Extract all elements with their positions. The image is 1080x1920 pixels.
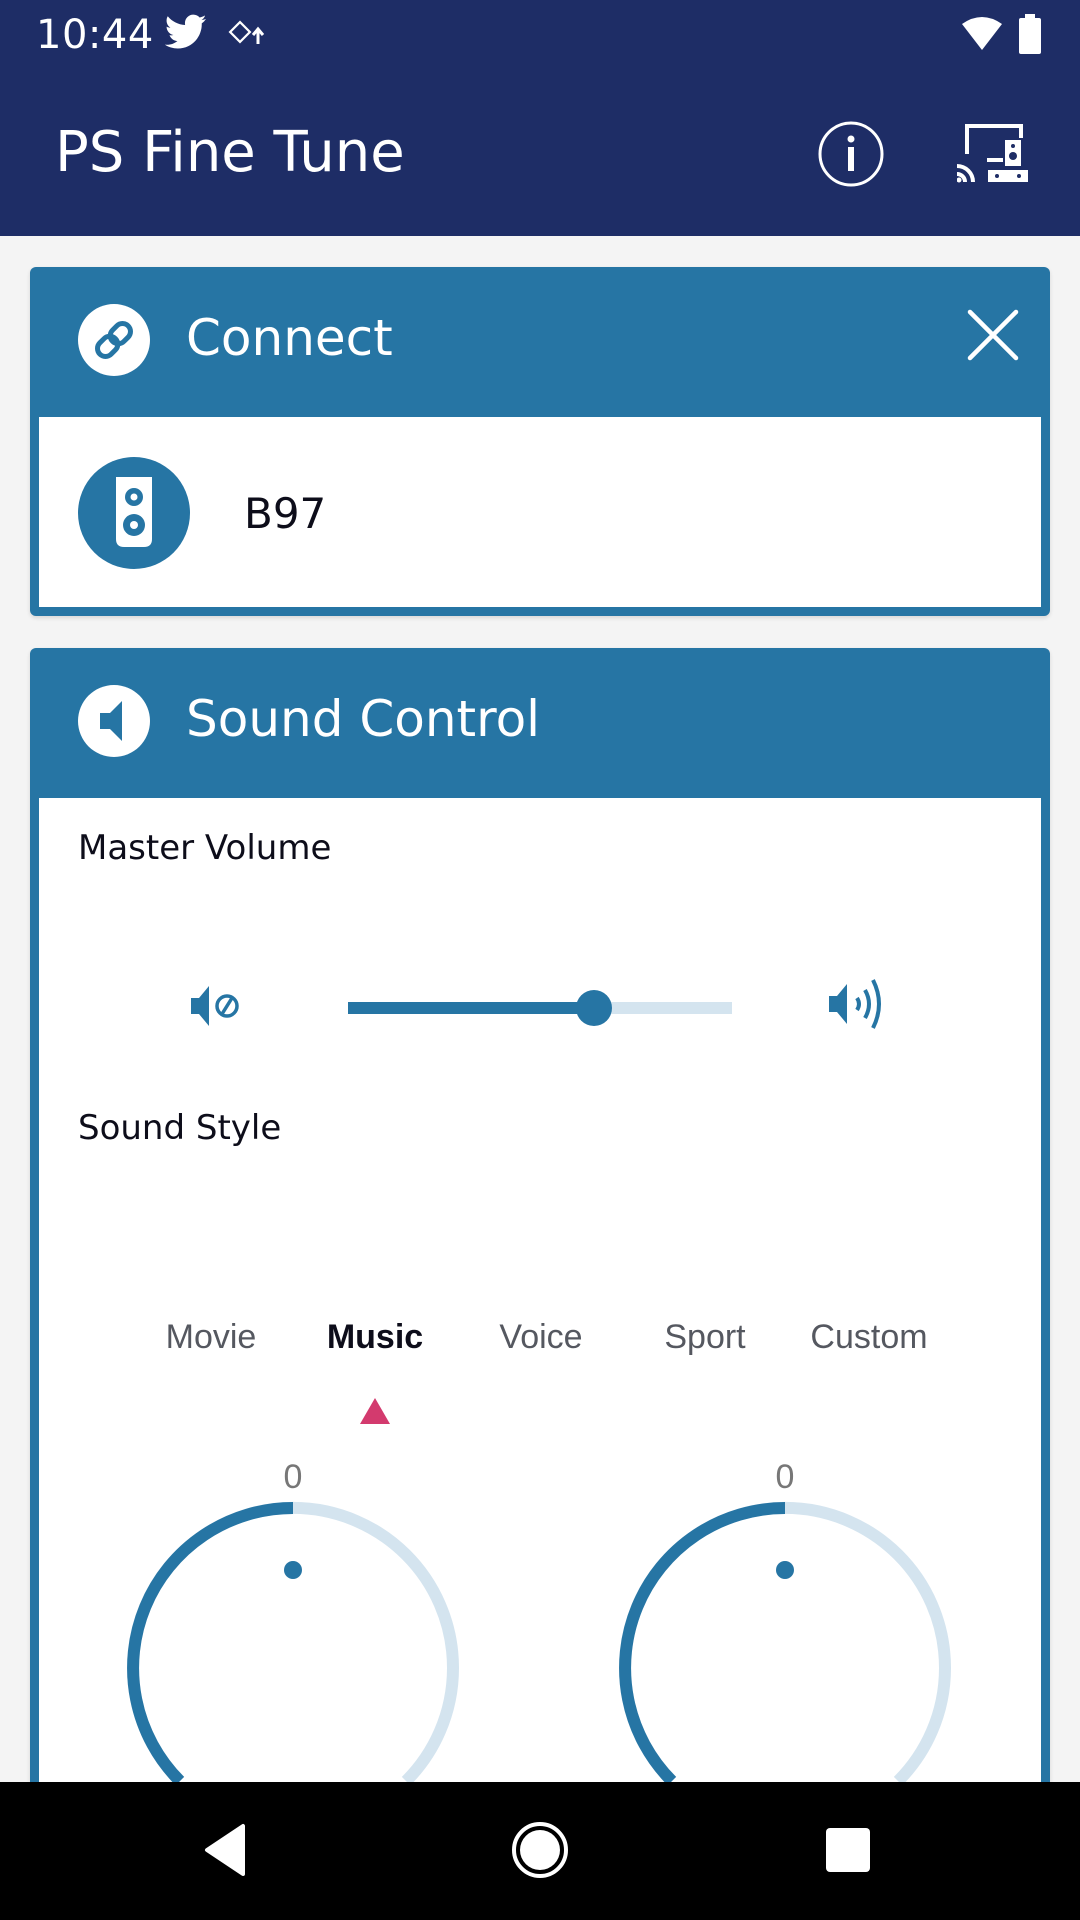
master-volume-thumb[interactable] [575, 990, 612, 1026]
home-button[interactable] [500, 1812, 580, 1892]
speaker-icon [78, 457, 190, 569]
close-button[interactable] [958, 302, 1028, 372]
sound-control-card-header: Sound Control [30, 648, 1050, 798]
knob-left-dot [284, 1561, 302, 1579]
battery-icon [1018, 14, 1042, 59]
sound-style-tabs: Movie Music Voice Sport Custom [39, 1318, 1041, 1378]
knob-right-dot [776, 1561, 794, 1579]
knob-left[interactable]: 0 [123, 1458, 463, 1786]
connect-card: Connect B97 [30, 267, 1050, 616]
status-bar: 10:44 [0, 0, 1080, 70]
tab-sport[interactable]: Sport [664, 1318, 745, 1357]
cast-speaker-icon [956, 122, 1033, 191]
twitter-icon [164, 14, 207, 55]
connect-card-header: Connect [30, 267, 1050, 417]
back-button[interactable] [186, 1812, 266, 1892]
master-volume-row [39, 968, 1041, 1048]
devices-button[interactable] [955, 116, 1035, 196]
recents-icon [823, 1825, 873, 1880]
knob-right-value: 0 [775, 1458, 795, 1496]
selected-tab-indicator [360, 1398, 390, 1424]
knob-right-dial[interactable] [615, 1498, 955, 1788]
volume-up-icon[interactable] [827, 976, 897, 1037]
tab-movie[interactable]: Movie [166, 1318, 257, 1357]
sound-control-body: Master Volume Sound Style Movie Music Vo… [39, 798, 1041, 1848]
system-nav-bar [0, 1782, 1080, 1920]
sound-control-card-title: Sound Control [186, 690, 541, 748]
master-volume-fill [348, 1002, 594, 1014]
home-icon [510, 1820, 570, 1885]
recents-button[interactable] [808, 1812, 888, 1892]
master-volume-slider[interactable] [348, 990, 732, 1026]
app-bar: PS Fine Tune [0, 70, 1080, 236]
knob-right[interactable]: 0 [615, 1458, 955, 1786]
knob-left-dial[interactable] [123, 1498, 463, 1788]
tab-custom[interactable]: Custom [810, 1318, 927, 1357]
link-icon [78, 304, 150, 376]
close-icon [966, 308, 1020, 367]
sound-style-label: Sound Style [78, 1108, 282, 1148]
app-title: PS Fine Tune [55, 120, 405, 185]
status-time: 10:44 [36, 12, 154, 58]
volume-mute-icon[interactable] [189, 984, 249, 1033]
back-icon [201, 1823, 251, 1882]
tab-voice[interactable]: Voice [499, 1318, 582, 1357]
tab-music[interactable]: Music [327, 1318, 423, 1357]
device-list-item[interactable]: B97 [39, 417, 1041, 607]
device-name: B97 [244, 489, 327, 538]
sound-control-card: Sound Control Master Volume Sound Style … [30, 648, 1050, 1848]
rotate-icon [228, 20, 268, 53]
info-icon [817, 120, 885, 193]
knob-right-progress [619, 1502, 786, 1786]
knob-left-progress [127, 1502, 294, 1786]
speaker-icon [78, 685, 150, 757]
master-volume-label: Master Volume [78, 828, 332, 868]
info-button[interactable] [811, 116, 891, 196]
connect-card-title: Connect [186, 309, 393, 367]
wifi-icon [960, 16, 1004, 57]
knob-left-value: 0 [283, 1458, 303, 1496]
